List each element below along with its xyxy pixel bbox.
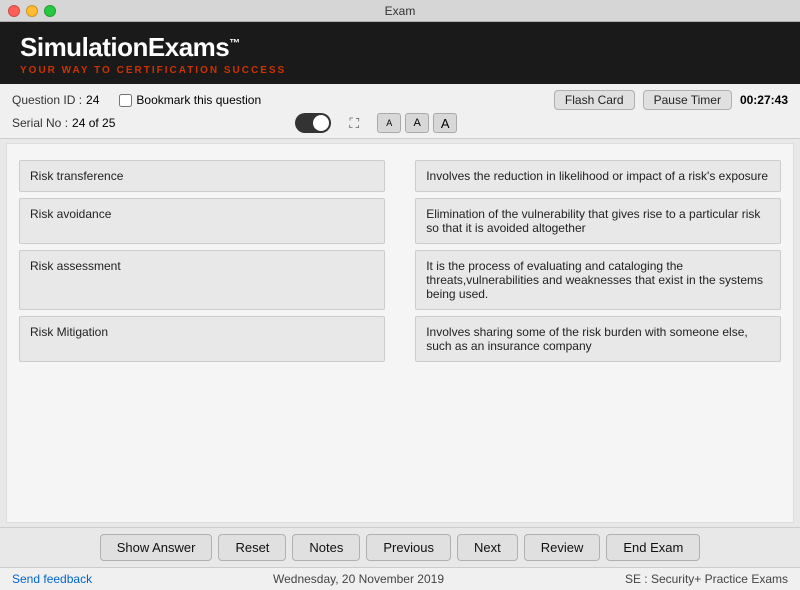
table-row: Risk Mitigation Involves sharing some of… bbox=[19, 316, 781, 362]
show-answer-button[interactable]: Show Answer bbox=[100, 534, 213, 561]
term-cell: Risk avoidance bbox=[19, 198, 385, 244]
window-title: Exam bbox=[385, 4, 416, 18]
app-subtitle: YOUR WAY TO CERTIFICATION SUCCESS bbox=[20, 65, 780, 76]
review-button[interactable]: Review bbox=[524, 534, 601, 561]
bookmark-checkbox[interactable] bbox=[119, 94, 132, 107]
bookmark-label: Bookmark this question bbox=[136, 93, 261, 107]
font-size-controls: A A A bbox=[377, 113, 457, 133]
previous-button[interactable]: Previous bbox=[366, 534, 451, 561]
question-id-label: Question ID : bbox=[12, 93, 82, 107]
app-header: SimulationExams™ YOUR WAY TO CERTIFICATI… bbox=[0, 22, 800, 84]
send-feedback-link[interactable]: Send feedback bbox=[12, 572, 92, 586]
close-button[interactable] bbox=[8, 5, 20, 17]
font-small-button[interactable]: A bbox=[377, 113, 401, 133]
bottom-bar: Show Answer Reset Notes Previous Next Re… bbox=[0, 527, 800, 567]
top-controls: Flash Card Pause Timer 00:27:43 bbox=[554, 90, 788, 110]
info-bar: Question ID : 24 Bookmark this question … bbox=[0, 84, 800, 139]
title-bar: Exam bbox=[0, 0, 800, 22]
question-id-value: 24 bbox=[86, 93, 99, 107]
footer-brand: SE : Security+ Practice Exams bbox=[625, 572, 788, 586]
info-row-1: Question ID : 24 Bookmark this question … bbox=[12, 88, 788, 112]
definition-cell: It is the process of evaluating and cata… bbox=[415, 250, 781, 310]
table-row: Risk transference Involves the reduction… bbox=[19, 160, 781, 192]
notes-button[interactable]: Notes bbox=[292, 534, 360, 561]
reset-button[interactable]: Reset bbox=[218, 534, 286, 561]
bookmark-area: Bookmark this question bbox=[119, 93, 261, 107]
term-cell: Risk transference bbox=[19, 160, 385, 192]
font-large-button[interactable]: A bbox=[433, 113, 457, 133]
matching-table: Risk transference Involves the reduction… bbox=[19, 154, 781, 368]
footer-date: Wednesday, 20 November 2019 bbox=[273, 572, 444, 586]
flash-card-button[interactable]: Flash Card bbox=[554, 90, 635, 110]
app-name: SimulationExams™ bbox=[20, 32, 780, 63]
main-content: Risk transference Involves the reduction… bbox=[6, 143, 794, 523]
pause-timer-button[interactable]: Pause Timer bbox=[643, 90, 732, 110]
timer-display: 00:27:43 bbox=[740, 93, 788, 107]
definition-cell: Involves the reduction in likelihood or … bbox=[415, 160, 781, 192]
info-row-2: Serial No : 24 of 25 ⛶ A A A bbox=[12, 112, 788, 134]
fullscreen-icon[interactable]: ⛶ bbox=[349, 115, 359, 132]
serial-no-label: Serial No : bbox=[12, 116, 68, 130]
definition-cell: Involves sharing some of the risk burden… bbox=[415, 316, 781, 362]
table-row: Risk avoidance Elimination of the vulner… bbox=[19, 198, 781, 244]
toggle-switch[interactable] bbox=[295, 113, 331, 133]
term-cell: Risk assessment bbox=[19, 250, 385, 310]
serial-no-value: 24 of 25 bbox=[72, 116, 115, 130]
window-controls bbox=[8, 5, 56, 17]
font-medium-button[interactable]: A bbox=[405, 113, 429, 133]
toggle-knob bbox=[313, 115, 329, 131]
definition-cell: Elimination of the vulnerability that gi… bbox=[415, 198, 781, 244]
minimize-button[interactable] bbox=[26, 5, 38, 17]
end-exam-button[interactable]: End Exam bbox=[606, 534, 700, 561]
next-button[interactable]: Next bbox=[457, 534, 518, 561]
term-cell: Risk Mitigation bbox=[19, 316, 385, 362]
table-row: Risk assessment It is the process of eva… bbox=[19, 250, 781, 310]
maximize-button[interactable] bbox=[44, 5, 56, 17]
